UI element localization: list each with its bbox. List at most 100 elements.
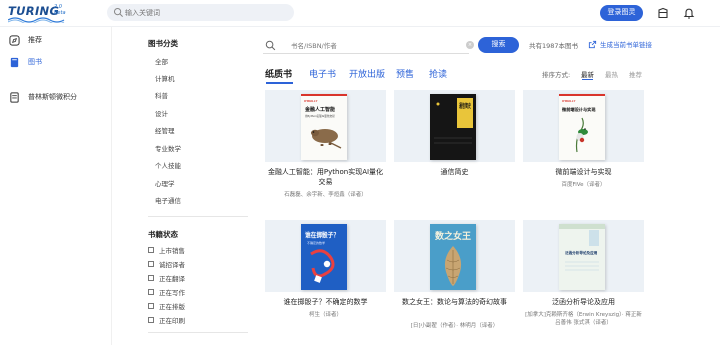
search-icon	[265, 40, 276, 51]
checkbox-box[interactable]	[148, 289, 154, 295]
active-tab-indicator	[266, 82, 293, 84]
logo-waves-icon	[8, 17, 65, 23]
book-cover[interactable]: 泛函分析导论及应用	[559, 224, 605, 290]
search-button[interactable]: 搜索	[478, 37, 519, 53]
status-checkbox[interactable]: 正在写作	[148, 287, 185, 297]
book-title[interactable]: 谁在掷骰子？不确定的数学	[267, 297, 384, 307]
compass-icon	[9, 34, 20, 46]
book-card[interactable]: 通信简史 通信简史	[394, 90, 515, 215]
book-card[interactable]: O'REILLY 微前端设计与实现 微前端设计与实现 百度FiVe（译者）	[523, 90, 644, 215]
category-title: 图书分类	[148, 39, 178, 48]
book-cover[interactable]: O'REILLY 微前端设计与实现	[559, 94, 605, 160]
clear-icon[interactable]: ×	[466, 41, 474, 49]
sort-label: 排序方式:	[542, 71, 571, 79]
status-label: 正在翻译	[159, 275, 185, 283]
bell-icon[interactable]	[683, 7, 695, 19]
login-button[interactable]: 登录图灵	[600, 5, 643, 21]
main-content: × 搜索 共有1987本图书 生成当前书单链接 纸质书 电子书 开放出版 预售 …	[255, 27, 720, 345]
divider	[148, 332, 248, 333]
book-title[interactable]: 通信简史	[396, 167, 513, 177]
status-label: 上市销售	[159, 247, 185, 255]
book-author: 百度FiVe（译者）	[561, 182, 606, 188]
book-author: 柯生（译者）	[308, 312, 342, 318]
category-item[interactable]: 个人技能	[155, 160, 181, 170]
search-icon	[113, 7, 123, 17]
cover-art-finance-ai: O'REILLY 金融人工智能 用Python实现AI量化交易	[301, 94, 347, 160]
logo[interactable]: TURING 2.0 Beta	[8, 4, 68, 24]
cover-subtitle: 不确定的数学	[307, 240, 325, 245]
tab-paper-books[interactable]: 纸质书	[265, 67, 292, 80]
bookshelf-icon[interactable]	[657, 7, 669, 19]
cover-subtitle: 用Python实现AI量化交易	[305, 114, 335, 118]
status-checkbox[interactable]: 正在翻译	[148, 273, 185, 283]
top-bar: TURING 2.0 Beta 登录图灵	[0, 0, 720, 27]
tab-ebooks[interactable]: 电子书	[309, 67, 336, 80]
status-label: 诚招译者	[159, 261, 185, 269]
category-item[interactable]: 心理学	[155, 178, 175, 188]
status-label: 正在印刷	[159, 317, 185, 325]
logo-version: 2.0 Beta	[54, 4, 66, 16]
book-cover[interactable]: 数之女王	[430, 224, 476, 290]
status-label: 正在排版	[159, 303, 185, 311]
checkbox-box[interactable]	[148, 247, 154, 253]
sort-indicator	[582, 79, 593, 80]
tab-early-read[interactable]: 抢读	[429, 67, 447, 80]
category-item[interactable]: 全部	[155, 56, 168, 66]
sidebar-item-books[interactable]: 图书	[9, 55, 42, 69]
book-title[interactable]: 数之女王：数论与算法的奇幻故事	[396, 297, 513, 307]
total-count: 共有1987本图书	[529, 42, 579, 50]
tab-open-publish[interactable]: 开放出版	[349, 67, 385, 80]
checkbox-box[interactable]	[148, 303, 154, 309]
status-label: 正在写作	[159, 289, 185, 297]
category-item[interactable]: 电子通信	[155, 195, 181, 205]
status-checkbox[interactable]: 诚招译者	[148, 259, 185, 269]
book-card[interactable]: O'REILLY 金融人工智能 用Python实现AI量化交易 金融人工智能：用…	[265, 90, 386, 215]
book-cover[interactable]: O'REILLY 金融人工智能 用Python实现AI量化交易	[301, 94, 347, 160]
cover-art-functional-analysis: 泛函分析导论及应用	[559, 224, 605, 290]
checkbox-box[interactable]	[148, 261, 154, 267]
cover-title: 微前端设计与实现	[561, 106, 596, 113]
filter-panel: 图书分类 全部 计算机 科普 设计 经管理 专业数学 个人技能 心理学 电子通信…	[140, 27, 250, 345]
book-title[interactable]: 金融人工智能：用Python实现AI量化交易	[267, 167, 384, 187]
cover-art-micro-frontend: O'REILLY 微前端设计与实现	[559, 94, 605, 160]
book-cover[interactable]: 谁在掷骰子？ 不确定的数学	[301, 224, 347, 290]
book-author: [加拿大]克赖斯齐格（Erwin Kreyszig）· 蒋正新 吕善伟 张式淇（…	[525, 312, 642, 326]
book-search[interactable]: ×	[263, 37, 474, 54]
category-item[interactable]: 科普	[155, 90, 168, 100]
generate-list-link[interactable]: 生成当前书单链接	[588, 39, 652, 49]
sort-newest[interactable]: 最新	[581, 69, 594, 79]
cover-title: 泛函分析导论及应用	[565, 250, 598, 255]
book-card[interactable]: 谁在掷骰子？ 不确定的数学 谁在掷骰子？不确定的数学 柯生（译者）	[265, 220, 386, 345]
book-author: [日]小副翟（作者）· 林明月（译者）	[410, 323, 499, 329]
book-cover[interactable]: 通信简史	[430, 94, 476, 160]
cover-art-dice: 谁在掷骰子？ 不确定的数学	[301, 224, 347, 290]
sidebar-item-recommend[interactable]: 推荐	[9, 33, 42, 47]
book-card[interactable]: 数之女王 数之女王：数论与算法的奇幻故事 [日]小副翟（作者）· 林明月（译者）	[394, 220, 515, 345]
status-checkbox[interactable]: 上市销售	[148, 245, 185, 255]
cover-title: 通信简史	[459, 102, 471, 110]
tab-presale[interactable]: 预售	[396, 67, 414, 80]
category-item[interactable]: 设计	[155, 108, 168, 118]
sort-recommended[interactable]: 推荐	[629, 69, 642, 79]
sidebar: 推荐 图书 普林斯顿微积分	[0, 27, 112, 345]
book-icon	[10, 57, 19, 67]
checkbox-box[interactable]	[148, 317, 154, 323]
status-checkbox[interactable]: 正在排版	[148, 301, 185, 311]
cover-art-comm-history: 通信简史	[430, 94, 476, 160]
global-search[interactable]	[107, 4, 294, 21]
book-card[interactable]: 泛函分析导论及应用 泛函分析导论及应用 [加拿大]克赖斯齐格（Erwin Kre…	[523, 220, 644, 345]
category-item[interactable]: 专业数学	[155, 143, 181, 153]
category-item[interactable]: 经管理	[155, 125, 175, 135]
status-checkbox[interactable]: 正在印刷	[148, 315, 185, 325]
book-title[interactable]: 微前端设计与实现	[525, 167, 642, 177]
checkbox-box[interactable]	[148, 275, 154, 281]
cover-art-number-queen: 数之女王	[430, 224, 476, 290]
sort-hottest[interactable]: 最热	[605, 69, 618, 79]
global-search-input[interactable]	[125, 5, 285, 20]
book-search-input[interactable]	[291, 39, 451, 52]
sidebar-item-princeton-calculus[interactable]: 普林斯顿微积分	[9, 90, 77, 104]
cover-title: 谁在掷骰子？	[305, 230, 339, 239]
book-title[interactable]: 泛函分析导论及应用	[525, 297, 642, 307]
share-icon	[588, 40, 597, 48]
category-item[interactable]: 计算机	[155, 73, 175, 83]
